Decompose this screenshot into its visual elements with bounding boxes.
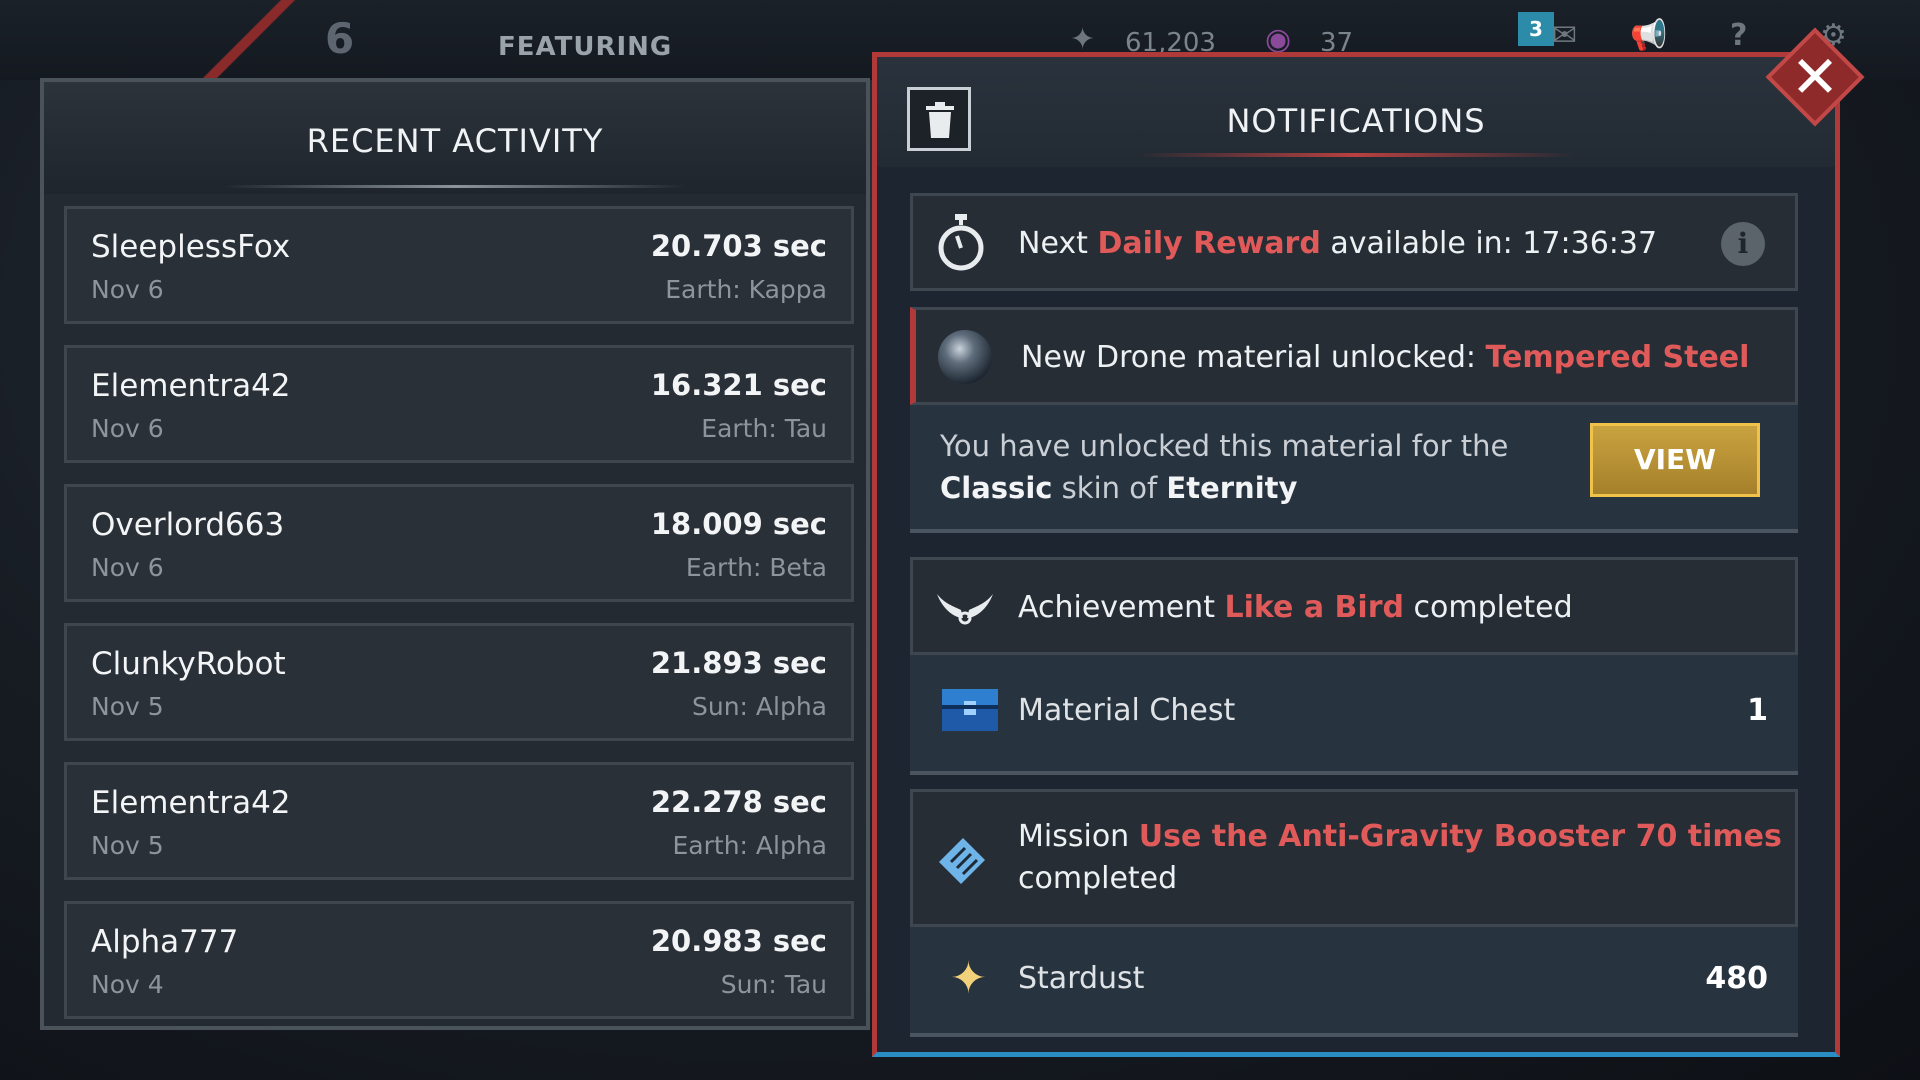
stopwatch-icon: [938, 214, 984, 271]
detail-mid: skin of: [1061, 471, 1158, 505]
tab-featuring[interactable]: FEATURING: [498, 32, 672, 62]
daily-reward-highlight: Daily Reward: [1097, 226, 1321, 261]
race-time: 16.321 sec: [650, 368, 827, 402]
player-name: Elementra42: [91, 368, 291, 404]
daily-reward-text: Next Daily Reward available in: 17:36:37: [1018, 226, 1657, 261]
activity-date: Nov 6: [91, 553, 164, 582]
top-accent-stripe: [200, 0, 320, 80]
wings-icon: [937, 594, 993, 625]
drone-sphere-icon: [938, 330, 992, 384]
race-location: Earth: Beta: [685, 553, 827, 582]
delete-all-button[interactable]: [907, 87, 971, 151]
notifications-title: NOTIFICATIONS: [1226, 102, 1486, 140]
player-name: Overlord663: [91, 507, 285, 543]
recent-activity-header: RECENT ACTIVITY: [44, 82, 866, 194]
race-time: 22.278 sec: [650, 785, 827, 819]
scroll-icon: [939, 838, 985, 884]
activity-date: Nov 5: [91, 831, 164, 860]
mail-icon[interactable]: ✉: [1552, 18, 1577, 53]
reward-label: Stardust: [1018, 961, 1145, 996]
notifications-panel: NOTIFICATIONS Next Daily Reward availabl…: [872, 52, 1840, 1057]
drone-material-notification[interactable]: New Drone material unlocked: Tempered St…: [910, 307, 1798, 405]
daily-reward-notification[interactable]: Next Daily Reward available in: 17:36:37…: [910, 193, 1798, 291]
activity-row[interactable]: SleeplessFox Nov 6 20.703 sec Earth: Kap…: [64, 206, 854, 324]
notifications-header: NOTIFICATIONS: [877, 57, 1835, 167]
player-name: SleeplessFox: [91, 229, 291, 265]
drone-material-detail: You have unlocked this material for the …: [910, 405, 1798, 533]
drone-material-detail-text: You have unlocked this material for the …: [940, 425, 1508, 509]
mission-text: Mission Use the Anti-Gravity Booster 70 …: [1018, 816, 1782, 900]
drone-material-text: New Drone material unlocked: Tempered St…: [1021, 340, 1749, 375]
trash-icon: [926, 102, 954, 138]
activity-row[interactable]: Overlord663 Nov 6 18.009 sec Earth: Beta: [64, 484, 854, 602]
activity-row[interactable]: Alpha777 Nov 4 20.983 sec Sun: Tau: [64, 901, 854, 1019]
race-time: 20.983 sec: [650, 924, 827, 958]
player-name: Elementra42: [91, 785, 291, 821]
recent-activity-panel: RECENT ACTIVITY SleeplessFox Nov 6 20.70…: [40, 78, 870, 1030]
stardust-icon: ✦: [950, 953, 987, 1004]
recent-activity-title: RECENT ACTIVITY: [306, 122, 604, 160]
achievement-suffix: completed: [1413, 590, 1573, 625]
mission-prefix: Mission: [1018, 819, 1130, 854]
drone-material-prefix: New Drone material unlocked:: [1021, 340, 1476, 375]
daily-reward-timer: 17:36:37: [1522, 226, 1658, 261]
activity-date: Nov 6: [91, 414, 164, 443]
close-button[interactable]: ✕: [1760, 22, 1870, 132]
close-icon: ✕: [1790, 43, 1840, 111]
race-location: Earth: Kappa: [665, 275, 827, 304]
activity-row[interactable]: ClunkyRobot Nov 5 21.893 sec Sun: Alpha: [64, 623, 854, 741]
mission-suffix: completed: [1018, 861, 1178, 896]
player-name: ClunkyRobot: [91, 646, 286, 682]
detail-drone: Eternity: [1166, 471, 1298, 505]
race-location: Earth: Tau: [701, 414, 827, 443]
race-time: 21.893 sec: [650, 646, 827, 680]
race-time: 20.703 sec: [650, 229, 827, 263]
daily-reward-prefix: Next: [1018, 226, 1088, 261]
reward-quantity: 480: [1705, 961, 1768, 996]
achievement-text: Achievement Like a Bird completed: [1018, 590, 1573, 625]
reward-label: Material Chest: [1018, 693, 1236, 728]
mission-highlight: Use the Anti-Gravity Booster 70 times: [1138, 819, 1782, 854]
chest-icon: [942, 689, 998, 731]
reward-quantity: 1: [1747, 693, 1768, 728]
drone-material-highlight: Tempered Steel: [1485, 340, 1750, 375]
activity-date: Nov 5: [91, 692, 164, 721]
activity-date: Nov 6: [91, 275, 164, 304]
activity-row[interactable]: Elementra42 Nov 5 22.278 sec Earth: Alph…: [64, 762, 854, 880]
race-location: Sun: Alpha: [691, 692, 827, 721]
daily-reward-suffix: available in:: [1330, 226, 1513, 261]
info-icon[interactable]: i: [1721, 222, 1765, 266]
mission-notification[interactable]: Mission Use the Anti-Gravity Booster 70 …: [910, 789, 1798, 927]
achievement-reward: Material Chest 1: [910, 655, 1798, 775]
achievement-highlight: Like a Bird: [1224, 590, 1404, 625]
achievement-notification[interactable]: Achievement Like a Bird completed: [910, 557, 1798, 655]
race-time: 18.009 sec: [650, 507, 827, 541]
megaphone-icon[interactable]: 📢: [1630, 18, 1667, 53]
activity-list: SleeplessFox Nov 6 20.703 sec Earth: Kap…: [64, 206, 854, 1040]
player-name: Alpha777: [91, 924, 239, 960]
achievement-prefix: Achievement: [1018, 590, 1215, 625]
view-button[interactable]: VIEW: [1590, 423, 1760, 497]
help-icon[interactable]: ?: [1730, 18, 1747, 53]
detail-prefix: You have unlocked this material for the: [940, 429, 1509, 463]
activity-date: Nov 4: [91, 970, 164, 999]
race-location: Sun: Tau: [720, 970, 827, 999]
detail-skin: Classic: [940, 471, 1053, 505]
level-number: 6: [325, 14, 355, 63]
mail-badge: 3: [1518, 12, 1554, 46]
mission-reward: ✦ Stardust 480: [910, 927, 1798, 1037]
race-location: Earth: Alpha: [672, 831, 828, 860]
activity-row[interactable]: Elementra42 Nov 6 16.321 sec Earth: Tau: [64, 345, 854, 463]
